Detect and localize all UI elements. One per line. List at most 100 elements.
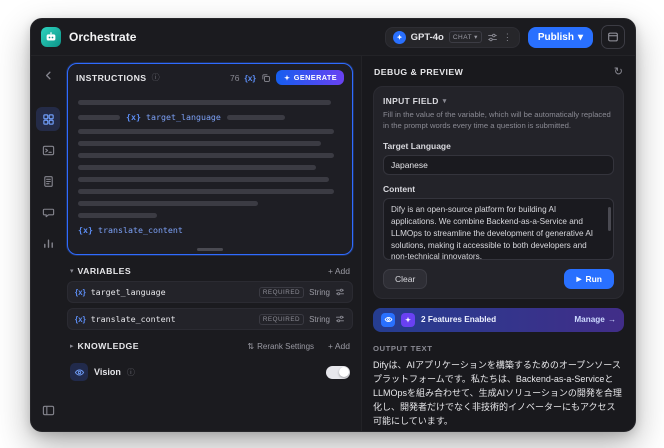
copy-icon[interactable] — [261, 73, 271, 83]
layout-toggle-icon[interactable] — [36, 398, 60, 422]
chevron-down-icon[interactable]: ▾ — [443, 97, 447, 105]
output-text-title: OUTPUT TEXT — [373, 343, 433, 353]
instructions-header: INSTRUCTIONS ⓘ 76 {x} GENERATE — [68, 64, 352, 88]
variable-token: {x} target_language — [126, 112, 221, 122]
chat-mode-badge[interactable]: CHAT ▾ — [448, 31, 482, 43]
run-button[interactable]: ▶ Run — [564, 268, 614, 289]
sidebar-item-logs[interactable] — [36, 169, 60, 193]
robot-icon — [44, 30, 58, 44]
chevron-down-icon: ▾ — [474, 34, 478, 41]
insert-variable-icon[interactable]: {x} — [244, 73, 255, 83]
input-field-card: INPUT FIELD ▾ Fill in the value of the v… — [373, 86, 624, 299]
variable-settings-icon[interactable] — [335, 314, 345, 324]
settings-button[interactable] — [601, 25, 625, 49]
features-enabled-text: 2 Features Enabled — [421, 315, 497, 325]
char-count: 76 — [229, 72, 240, 83]
manage-features-button[interactable]: Manage → — [574, 315, 616, 324]
vision-feature-row: Vision ⓘ — [67, 363, 353, 381]
feature-sparkle-icon — [401, 312, 415, 327]
instructions-title: INSTRUCTIONS — [76, 72, 147, 83]
vision-label: Vision — [94, 367, 121, 377]
arrow-right-icon: → — [607, 315, 616, 325]
page-title: Orchestrate — [69, 30, 137, 44]
refresh-icon[interactable]: ↻ — [614, 65, 623, 78]
features-bar[interactable]: 2 Features Enabled Manage → — [373, 307, 624, 332]
scrollbar-thumb[interactable] — [608, 206, 611, 231]
variable-icon: {x} — [75, 314, 86, 324]
variable-name: translate_content — [90, 314, 176, 324]
knowledge-title: KNOWLEDGE — [77, 341, 139, 351]
knowledge-header: ▸ KNOWLEDGE ⇅ Rerank Settings + Add — [67, 341, 353, 351]
play-icon: ▶ — [576, 275, 582, 283]
debug-header: DEBUG & PREVIEW ↻ — [373, 64, 624, 78]
debug-preview-panel: DEBUG & PREVIEW ↻ INPUT FIELD ▾ Fill in … — [361, 56, 635, 431]
required-badge: REQUIRED — [258, 313, 305, 325]
prompt-text-line — [78, 141, 321, 146]
generate-button[interactable]: GENERATE — [275, 70, 344, 85]
chevron-down-icon[interactable]: ▾ — [70, 267, 74, 275]
left-sidebar — [31, 56, 65, 431]
publish-button[interactable]: Publish ▾ — [527, 26, 593, 48]
instructions-panel: INSTRUCTIONS ⓘ 76 {x} GENERATE {x} targe… — [67, 63, 353, 255]
prompt-text-line — [78, 153, 335, 158]
variable-type: String — [309, 314, 330, 324]
input-field-title: INPUT FIELD ▾ — [383, 96, 447, 106]
variable-row[interactable]: {x} target_language REQUIRED String — [67, 281, 353, 303]
prompt-text-line — [78, 213, 158, 218]
prompt-text-line — [78, 201, 258, 206]
content-textarea[interactable]: Dify is an open-source platform for buil… — [383, 197, 614, 260]
prompt-text-line: {x} target_language — [78, 112, 342, 122]
variable-icon: {x} — [75, 287, 86, 297]
sidebar-item-annotations[interactable] — [36, 200, 60, 224]
vision-feature-icon — [381, 312, 395, 327]
model-selector[interactable]: GPT-4o CHAT ▾ ⋮ — [384, 26, 520, 48]
app-logo[interactable] — [41, 27, 61, 47]
back-arrow-icon[interactable] — [36, 63, 60, 87]
sparkle-icon — [283, 74, 291, 82]
prompt-text-line: {x} translate_content — [78, 225, 342, 235]
add-variable-button[interactable]: + Add — [328, 266, 350, 276]
openai-logo-icon — [392, 30, 406, 44]
prompt-editor[interactable]: {x} target_language {x} translate_conten… — [68, 88, 352, 254]
info-icon: ⓘ — [126, 367, 135, 377]
debug-title: DEBUG & PREVIEW — [374, 66, 464, 77]
window-panel-icon — [607, 31, 619, 43]
sidebar-item-orchestrate[interactable] — [36, 107, 60, 131]
variable-row[interactable]: {x} translate_content REQUIRED String — [67, 308, 353, 330]
info-icon: ⓘ — [151, 73, 160, 82]
app-window: Orchestrate GPT-4o CHAT ▾ ⋮ Publish ▾ IN… — [30, 18, 636, 432]
resize-handle[interactable] — [197, 248, 223, 251]
model-name: GPT-4o — [410, 31, 444, 43]
add-knowledge-button[interactable]: + Add — [328, 341, 350, 351]
variable-token: {x} translate_content — [78, 225, 183, 235]
prompt-text-line — [78, 177, 329, 182]
prompt-text-line — [78, 100, 332, 105]
prompt-text-line — [78, 129, 335, 134]
top-bar: Orchestrate GPT-4o CHAT ▾ ⋮ Publish ▾ — [31, 19, 635, 56]
clear-button[interactable]: Clear — [383, 268, 428, 289]
chevron-right-icon[interactable]: ▸ — [70, 342, 74, 350]
variable-name: target_language — [90, 287, 166, 297]
prompt-text-line — [78, 165, 316, 170]
content-label: Content — [383, 183, 416, 194]
variables-header: ▾ VARIABLES + Add — [67, 266, 353, 276]
params-sliders-icon[interactable] — [487, 32, 498, 43]
orchestrate-panel: INSTRUCTIONS ⓘ 76 {x} GENERATE {x} targe… — [65, 56, 361, 431]
eye-icon — [70, 363, 88, 381]
sidebar-item-api[interactable] — [36, 138, 60, 162]
output-text: Difyは、AIアプリケーションを構築するためのオープンソースプラットフォームで… — [373, 359, 622, 426]
chevron-down-icon: ▾ — [577, 31, 583, 43]
rerank-settings-button[interactable]: ⇅ Rerank Settings — [247, 342, 314, 351]
variable-settings-icon[interactable] — [335, 287, 345, 297]
target-language-label: Target Language — [383, 140, 451, 151]
more-icon[interactable]: ⋮ — [503, 32, 512, 43]
rerank-icon: ⇅ — [247, 341, 255, 351]
input-field-description: Fill in the value of the variable, which… — [383, 110, 611, 130]
variable-type: String — [309, 287, 330, 297]
sidebar-item-monitoring[interactable] — [36, 231, 60, 255]
required-badge: REQUIRED — [258, 286, 305, 298]
prompt-text-line — [78, 189, 335, 194]
target-language-input[interactable] — [383, 154, 614, 175]
variables-title: VARIABLES — [77, 266, 132, 276]
vision-toggle[interactable] — [326, 365, 350, 379]
